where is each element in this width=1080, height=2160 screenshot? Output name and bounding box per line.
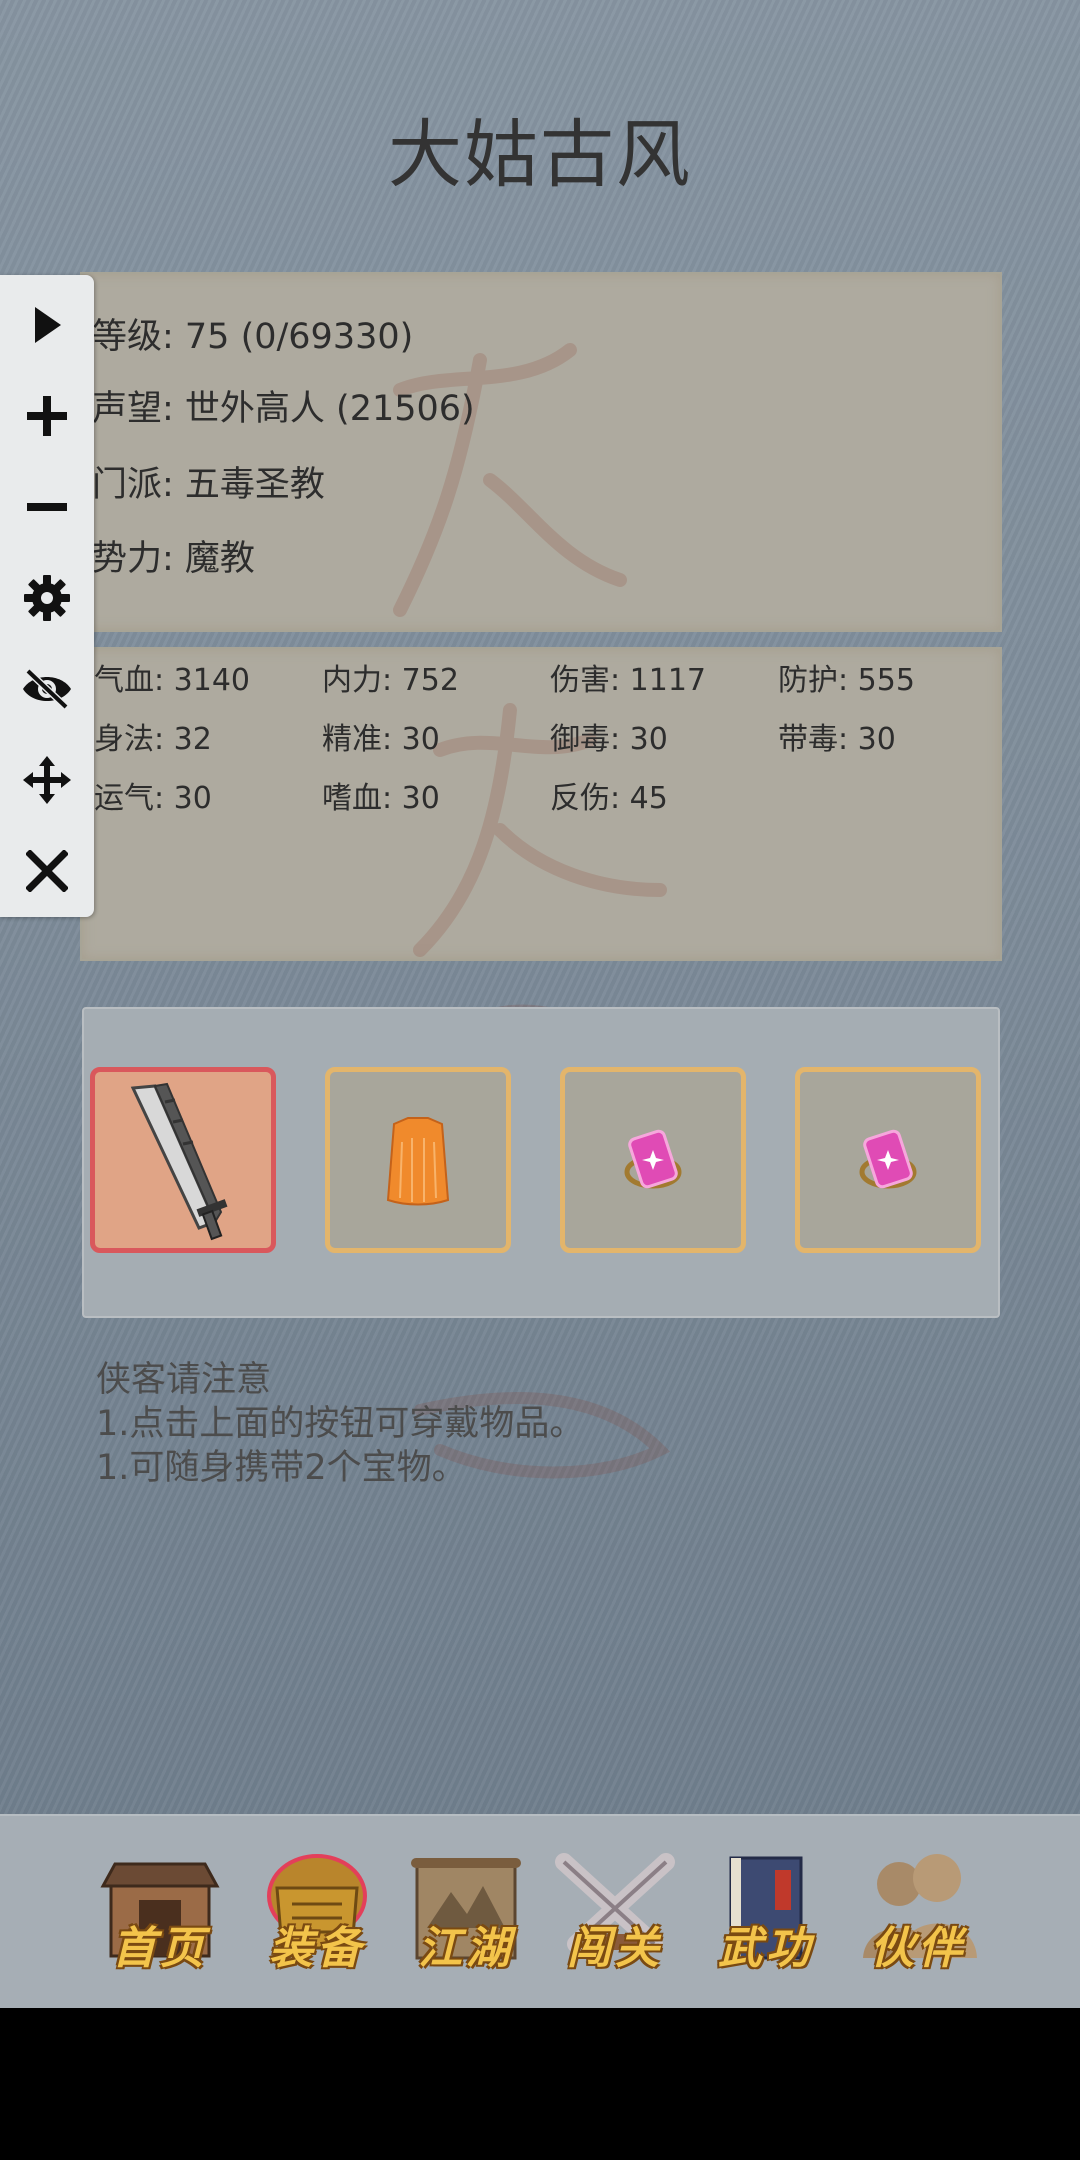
- nav-challenge[interactable]: 闯关: [550, 1848, 680, 1978]
- eye-off-icon[interactable]: [17, 659, 77, 719]
- charm-icon: [859, 1129, 917, 1189]
- stat-accuracy: 精准: 30: [322, 722, 440, 757]
- stat-poison-carry: 带毒: 30: [778, 722, 896, 757]
- stat-hp: 气血: 3140: [94, 663, 250, 698]
- stat-damage: 伤害: 1117: [550, 663, 706, 698]
- nav-jianghu[interactable]: 江湖: [401, 1848, 531, 1978]
- notice-line-2: 1.可随身携带2个宝物。: [96, 1448, 467, 1488]
- stat-inner-power: 内力: 752: [322, 663, 459, 698]
- equipment-panel: [82, 1007, 1000, 1318]
- sect-text: 门派: 五毒圣教: [92, 465, 325, 505]
- gear-icon[interactable]: [17, 568, 77, 628]
- notice-text: 侠客请注意 1.点击上面的按钮可穿戴物品。 1.可随身携带2个宝物。: [96, 1358, 584, 1490]
- equip-slot-charm-2[interactable]: [795, 1067, 981, 1253]
- nav-martial-arts-label: 武功: [718, 1923, 814, 1974]
- plus-icon[interactable]: [17, 386, 77, 446]
- nav-partners-label: 伙伴: [870, 1923, 966, 1974]
- robe-icon: [386, 1117, 450, 1206]
- nav-martial-arts[interactable]: 武功: [701, 1848, 831, 1978]
- notice-line-1: 1.点击上面的按钮可穿戴物品。: [96, 1404, 585, 1444]
- charm-icon: [624, 1129, 682, 1189]
- bottom-nav: 首页 装备 江湖 闯关 武功 伙伴: [0, 1814, 1080, 2008]
- nav-partners[interactable]: 伙伴: [853, 1848, 983, 1978]
- close-icon[interactable]: [17, 841, 77, 901]
- blade-icon: [130, 1082, 228, 1241]
- minus-icon[interactable]: [17, 477, 77, 537]
- nav-home-label: 首页: [112, 1923, 208, 1974]
- prestige-text: 声望: 世外高人 (21506): [92, 389, 475, 429]
- stat-bloodthirst: 嗜血: 30: [322, 781, 440, 816]
- nav-equipment[interactable]: 装备: [252, 1848, 382, 1978]
- play-icon[interactable]: [17, 295, 77, 355]
- level-text: 等级: 75 (0/69330): [92, 317, 414, 357]
- notice-heading: 侠客请注意: [96, 1360, 272, 1400]
- equip-slot-blade[interactable]: [90, 1067, 276, 1253]
- nav-jianghu-label: 江湖: [418, 1923, 514, 1974]
- stat-defense: 防护: 555: [778, 663, 915, 698]
- floating-toolbar: [0, 275, 94, 917]
- stat-poison-resist: 御毒: 30: [550, 722, 668, 757]
- stat-agility: 身法: 32: [94, 722, 212, 757]
- equip-slot-charm-1[interactable]: [560, 1067, 746, 1253]
- nav-equipment-label: 装备: [269, 1923, 365, 1974]
- stat-reflect: 反伤: 45: [550, 781, 668, 816]
- move-icon[interactable]: [17, 750, 77, 810]
- faction-text: 势力: 魔教: [92, 539, 255, 579]
- nav-challenge-label: 闯关: [567, 1923, 663, 1974]
- page-title: 大姑古风: [388, 112, 692, 198]
- stat-luck: 运气: 30: [94, 781, 212, 816]
- nav-home[interactable]: 首页: [95, 1848, 225, 1978]
- equip-slot-robe[interactable]: [325, 1067, 511, 1253]
- game-screen: 大姑古风 等级: 75 (0/69330) 声望: 世外高人 (21506) 门…: [0, 0, 1080, 2008]
